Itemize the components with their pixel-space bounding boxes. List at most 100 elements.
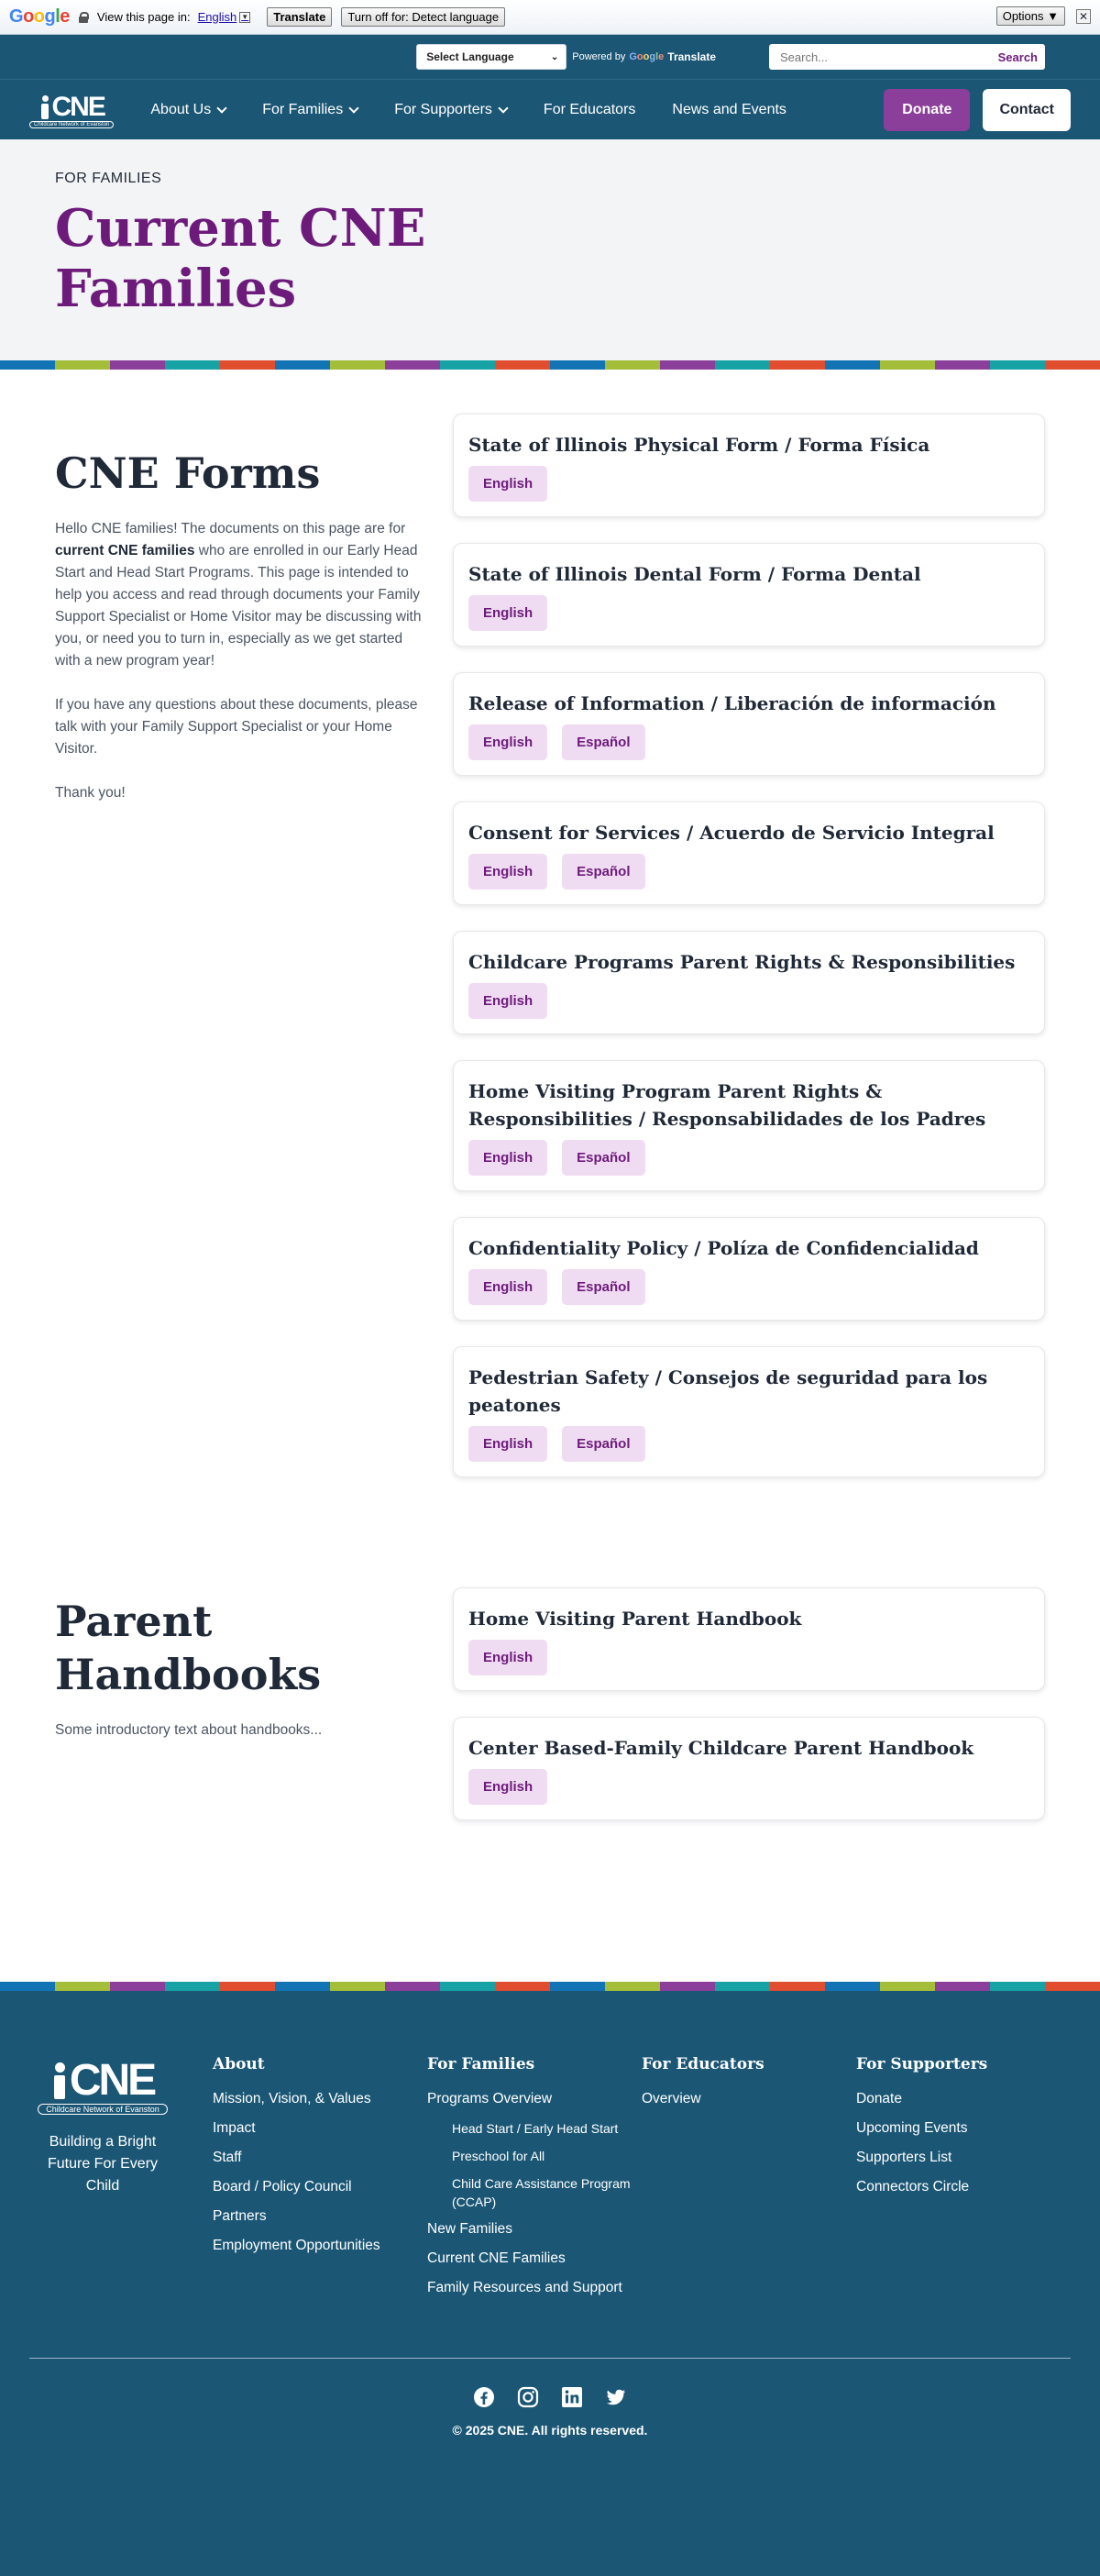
nav-item-label: News and Events xyxy=(672,101,786,117)
footer-logo[interactable]: CNE Childcare Network of Evanston xyxy=(38,2055,168,2115)
linkedin-icon[interactable] xyxy=(561,2386,583,2408)
chevron-down-icon xyxy=(348,102,359,114)
page-title: Current CNE Families xyxy=(55,198,426,319)
stripe-segment xyxy=(385,360,440,370)
search-button[interactable]: Search xyxy=(998,50,1038,64)
english-download-button[interactable]: English xyxy=(468,983,548,1019)
stripe-segment xyxy=(275,1982,330,1991)
spanish-download-button[interactable]: Español xyxy=(562,1269,645,1305)
document-card: Home Visiting Parent Handbook English xyxy=(453,1587,1045,1691)
intro-text-end: who are enrolled in our Early Head Start… xyxy=(55,543,422,669)
close-icon[interactable]: ✕ xyxy=(1076,8,1091,24)
search-input[interactable] xyxy=(780,50,982,64)
document-card: Pedestrian Safety / Consejos de segurida… xyxy=(453,1346,1045,1477)
handbooks-list: Home Visiting Parent Handbook English Cent… xyxy=(453,1587,1045,1846)
options-button[interactable]: Options ▼ xyxy=(996,6,1065,26)
contact-button[interactable]: Contact xyxy=(983,88,1071,131)
stripe-segment xyxy=(385,1982,440,1991)
english-download-button[interactable]: English xyxy=(468,466,548,502)
stripe-segment xyxy=(55,360,110,370)
footer-link[interactable]: Partners xyxy=(213,2207,427,2226)
color-stripe xyxy=(0,1982,1100,1991)
nav-item-for-educators[interactable]: For Educators xyxy=(544,102,635,118)
spanish-download-button[interactable]: Español xyxy=(562,724,645,760)
footer-link[interactable]: Head Start / Early Head Start xyxy=(452,2119,642,2138)
forms-thanks-text: Thank you! xyxy=(55,785,126,801)
twitter-icon[interactable] xyxy=(605,2386,627,2408)
footer-link[interactable]: New Families xyxy=(427,2220,642,2239)
english-download-button[interactable]: English xyxy=(468,724,548,760)
footer-divider xyxy=(29,2358,1071,2359)
document-card: State of Illinois Dental Form / Forma De… xyxy=(453,543,1045,647)
instagram-icon[interactable] xyxy=(517,2386,539,2408)
footer-link[interactable]: Programs Overview xyxy=(427,2090,642,2108)
english-download-button[interactable]: English xyxy=(468,1426,548,1462)
nav-item-news-events[interactable]: News and Events xyxy=(672,102,786,118)
stripe-segment xyxy=(550,1982,605,1991)
translate-button[interactable]: Translate xyxy=(267,7,333,27)
stripe-segment xyxy=(770,1982,825,1991)
footer-link[interactable]: Donate xyxy=(856,2090,1071,2108)
english-download-button[interactable]: English xyxy=(468,1269,548,1305)
nav-item-about-us[interactable]: About Us xyxy=(150,102,227,118)
spanish-download-button[interactable]: Español xyxy=(562,1140,645,1176)
nav-item-for-supporters[interactable]: For Supporters xyxy=(394,102,509,118)
donate-button[interactable]: Donate xyxy=(884,88,971,131)
document-buttons: English xyxy=(468,595,1029,631)
footer-link[interactable]: Family Resources and Support xyxy=(427,2279,642,2297)
translate-bar: Google View this page in: English ▼ Trans… xyxy=(0,0,1100,35)
footer-link[interactable]: Mission, Vision, & Values xyxy=(213,2090,427,2108)
stripe-segment xyxy=(55,1982,110,1991)
footer-link[interactable]: Supporters List xyxy=(856,2149,1071,2167)
footer-link[interactable]: Staff xyxy=(213,2149,427,2167)
language-select[interactable]: Select Language ⌄ xyxy=(416,44,567,70)
document-buttons: English xyxy=(468,466,1029,502)
intro-text-bold: current CNE families xyxy=(55,543,195,558)
language-select-label: Select Language xyxy=(426,50,514,63)
document-title: Home Visiting Program Parent Rights & Re… xyxy=(468,1080,986,1130)
footer-link[interactable]: Overview xyxy=(642,2090,856,2108)
logo-subtitle: Childcare Network of Evanston xyxy=(29,120,115,128)
chevron-down-icon xyxy=(498,102,509,114)
footer-link[interactable]: Child Care Assistance Program (CCAP) xyxy=(452,2174,642,2211)
nav-item-label: For Educators xyxy=(543,101,636,117)
english-download-button[interactable]: English xyxy=(468,595,548,631)
stripe-segment xyxy=(220,1982,275,1991)
section-title: Parent Handbooks xyxy=(55,1597,322,1699)
translate-language-link[interactable]: English ▼ xyxy=(198,10,251,24)
english-download-button[interactable]: English xyxy=(468,854,548,890)
spanish-download-button[interactable]: Español xyxy=(562,854,645,890)
english-download-button[interactable]: English xyxy=(468,1769,548,1805)
stripe-segment xyxy=(660,1982,715,1991)
google-mini-logo: Google xyxy=(629,51,665,62)
forms-list: State of Illinois Physical Form / Forma … xyxy=(453,414,1045,1503)
footer-link[interactable]: Connectors Circle xyxy=(856,2178,1071,2196)
handbooks-section: Parent Handbooks Some introductory text … xyxy=(0,1562,1100,1982)
english-download-button[interactable]: English xyxy=(468,1140,548,1176)
stripe-segment xyxy=(495,1982,550,1991)
footer-link[interactable]: Impact xyxy=(213,2119,427,2138)
stripe-segment xyxy=(220,360,275,370)
nav-item-for-families[interactable]: For Families xyxy=(262,102,359,118)
site-logo[interactable]: CNE Childcare Network of Evanston xyxy=(29,92,115,128)
document-card: Consent for Services / Acuerdo de Servic… xyxy=(453,802,1045,905)
footer-link[interactable]: Board / Policy Council xyxy=(213,2178,427,2196)
footer-link[interactable]: Preschool for All xyxy=(452,2147,642,2165)
chevron-down-icon xyxy=(216,102,227,114)
document-buttons: English Español xyxy=(468,1140,1029,1176)
footer-link[interactable]: Upcoming Events xyxy=(856,2119,1071,2138)
turn-off-button[interactable]: Turn off for: Detect language xyxy=(341,7,506,27)
forms-intro: CNE Forms Hello CNE families! The docume… xyxy=(55,447,422,1503)
stripe-segment xyxy=(495,360,550,370)
stripe-segment xyxy=(440,1982,495,1991)
handbooks-intro-text: Some introductory text about handbooks..… xyxy=(55,1722,323,1738)
english-download-button[interactable]: English xyxy=(468,1640,548,1675)
document-title: Release of Information / Liberación de i… xyxy=(468,692,996,714)
footer-link[interactable]: Employment Opportunities xyxy=(213,2237,427,2255)
footer-link[interactable]: Current CNE Families xyxy=(427,2250,642,2268)
color-stripe xyxy=(0,360,1100,370)
facebook-icon[interactable] xyxy=(473,2386,495,2408)
document-title: Confidentiality Policy / Políza de Confi… xyxy=(468,1237,979,1259)
spanish-download-button[interactable]: Español xyxy=(562,1426,645,1462)
section-title: CNE Forms xyxy=(55,448,321,498)
